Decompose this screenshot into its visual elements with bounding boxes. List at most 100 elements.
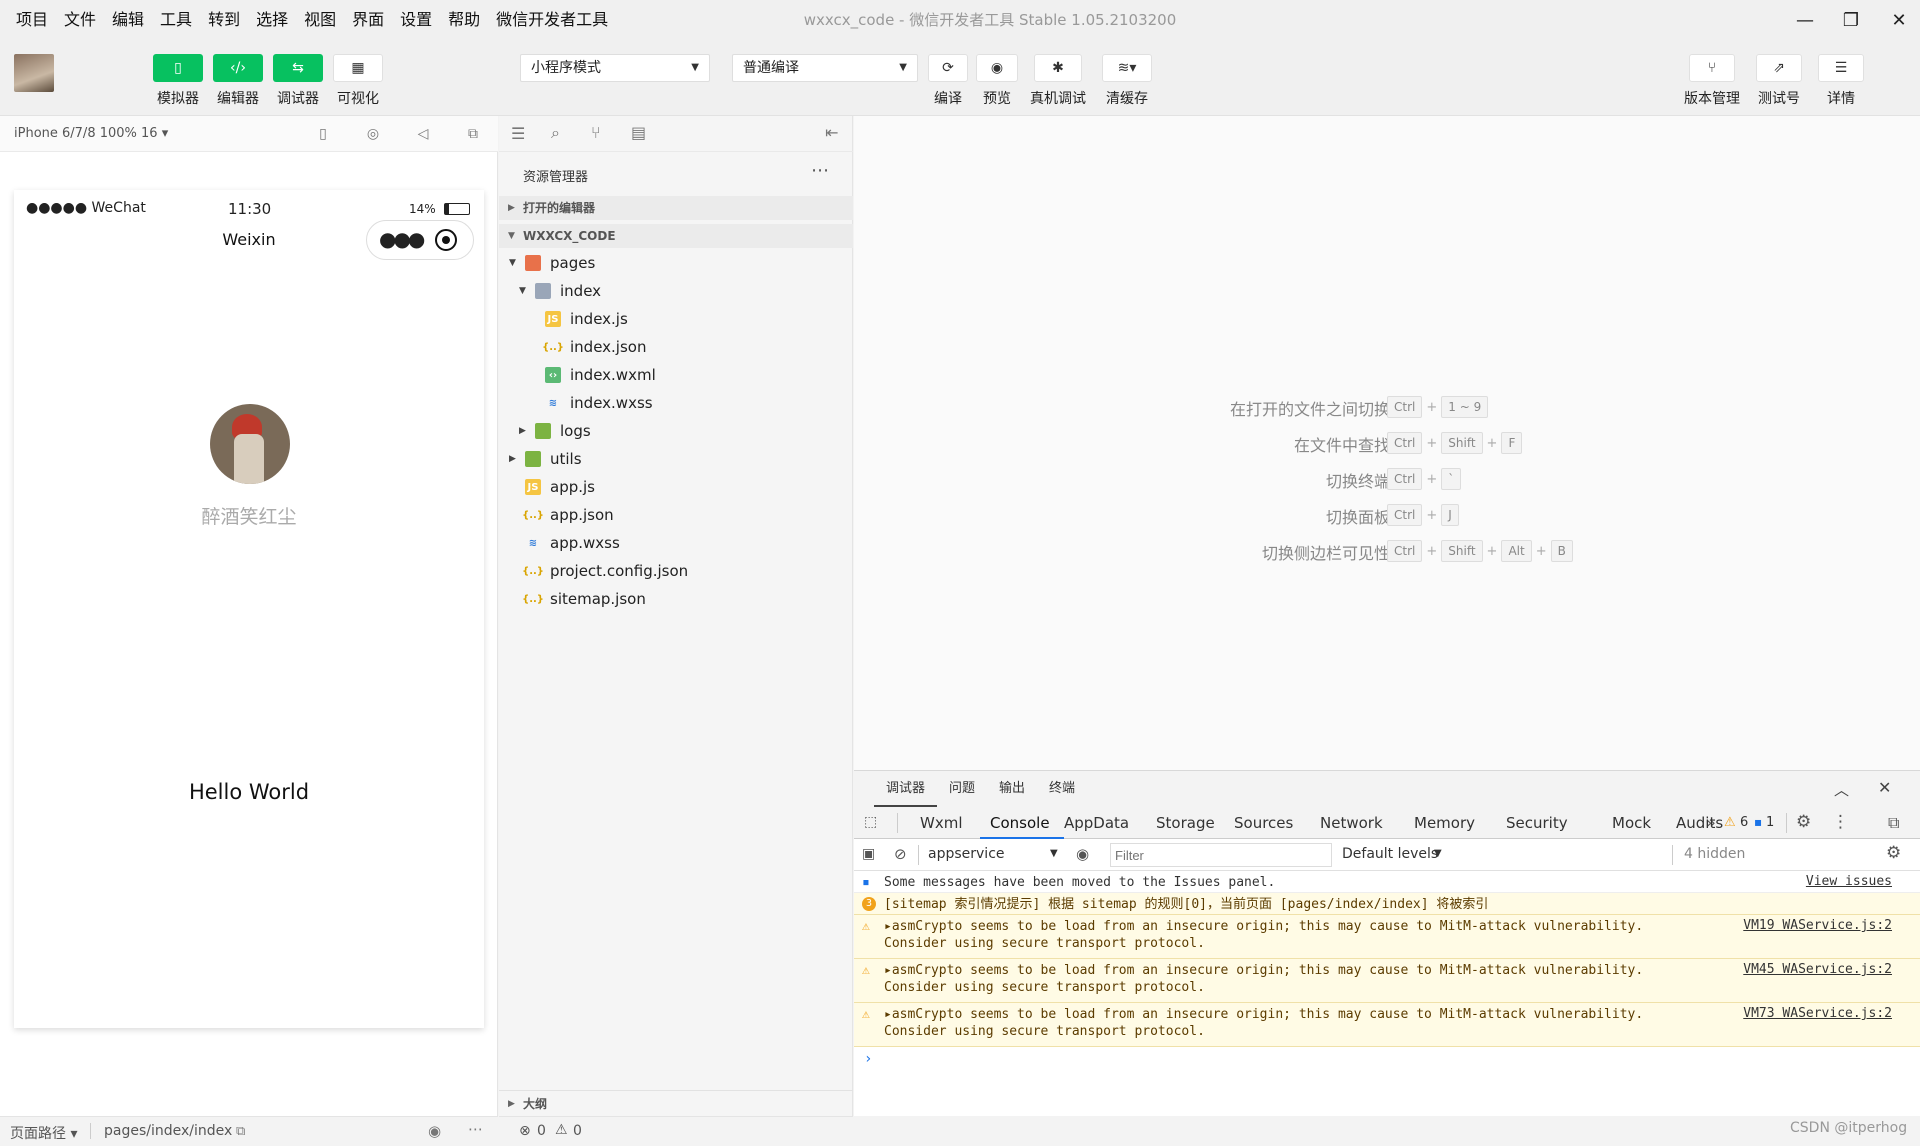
maximize-button[interactable]: ❐ bbox=[1826, 0, 1876, 40]
eye-icon[interactable]: ◉ bbox=[1076, 845, 1089, 863]
extensions-icon[interactable]: ▤ bbox=[631, 123, 646, 142]
clear-cache-button[interactable]: ≋▾ 清缓存 bbox=[1102, 54, 1152, 108]
warning-count[interactable]: 0 bbox=[573, 1123, 582, 1139]
open-editors-header[interactable]: ▶ 打开的编辑器 bbox=[499, 196, 853, 220]
menu-item[interactable]: 选择 bbox=[248, 0, 296, 40]
filter-input[interactable] bbox=[1110, 843, 1332, 867]
tree-folder[interactable]: ▶ logs bbox=[499, 418, 853, 444]
user-avatar[interactable] bbox=[14, 54, 54, 92]
close-miniprogram-icon[interactable] bbox=[435, 229, 457, 251]
details-button[interactable]: ☰ 详情 bbox=[1818, 54, 1864, 108]
search-icon[interactable]: ⌕ bbox=[551, 123, 560, 143]
console-prompt[interactable]: › bbox=[864, 1051, 872, 1067]
devtools-tab[interactable]: Memory bbox=[1414, 807, 1475, 839]
menu-item[interactable]: 设置 bbox=[392, 0, 440, 40]
page-path-select[interactable]: 页面路径 ▾ bbox=[10, 1123, 77, 1143]
tree-file[interactable]: {..} app.json bbox=[499, 502, 853, 528]
volume-icon[interactable]: ◁ bbox=[413, 124, 433, 144]
tree-file[interactable]: ‹› index.wxml bbox=[499, 362, 853, 388]
capsule-menu[interactable]: ●●● bbox=[366, 220, 474, 260]
visual-toggle[interactable]: ▦ 可视化 bbox=[333, 54, 383, 108]
info-count[interactable]: 1 bbox=[1766, 815, 1774, 830]
chevron-up-icon[interactable]: ︿ bbox=[1834, 779, 1849, 800]
simulator-toggle[interactable]: ▯ 模拟器 bbox=[153, 54, 203, 108]
menu-item[interactable]: 转到 bbox=[200, 0, 248, 40]
mode-select[interactable]: 小程序模式 ▼ bbox=[520, 54, 710, 82]
version-button[interactable]: ⑂ 版本管理 bbox=[1684, 54, 1740, 108]
device-select[interactable]: iPhone 6/7/8 100% 16 ▾ bbox=[0, 126, 168, 141]
rotate-device-icon[interactable]: ▯ bbox=[313, 124, 333, 144]
more-icon[interactable]: ●●● bbox=[379, 227, 425, 251]
compile-button[interactable]: ⟳ 编译 bbox=[928, 54, 968, 108]
source-link[interactable]: View issues bbox=[1806, 874, 1892, 889]
menu-item[interactable]: 微信开发者工具 bbox=[488, 0, 616, 40]
menu-item[interactable]: 帮助 bbox=[440, 0, 488, 40]
gear-icon[interactable]: ⚙ bbox=[1886, 843, 1901, 863]
preview-button[interactable]: ◉ 预览 bbox=[976, 54, 1018, 108]
panel-tab[interactable]: 终端 bbox=[1037, 771, 1087, 807]
tree-file[interactable]: ≋ app.wxss bbox=[499, 530, 853, 556]
files-icon[interactable]: ☰ bbox=[511, 124, 525, 143]
record-icon[interactable]: ◎ bbox=[363, 124, 383, 144]
devtools-tab[interactable]: Sources bbox=[1234, 807, 1293, 839]
close-panel-icon[interactable]: ✕ bbox=[1878, 778, 1891, 797]
devtools-tab[interactable]: Security bbox=[1506, 807, 1568, 839]
panel-tab[interactable]: 输出 bbox=[987, 771, 1037, 807]
devtools-tab[interactable]: AppData bbox=[1064, 807, 1129, 839]
clear-console-icon[interactable]: ⊘ bbox=[894, 845, 907, 863]
devtools-tab[interactable]: Audits bbox=[1676, 807, 1723, 839]
kebab-icon[interactable]: ⋮ bbox=[1832, 812, 1849, 832]
tree-file[interactable]: {..} index.json bbox=[499, 334, 853, 360]
gear-icon[interactable]: ⚙ bbox=[1796, 812, 1811, 832]
compile-select[interactable]: 普通编译 ▼ bbox=[732, 54, 918, 82]
panel-tab[interactable]: 问题 bbox=[937, 771, 987, 807]
error-count[interactable]: 0 bbox=[537, 1123, 546, 1139]
source-link[interactable]: VM19 WAService.js:2 bbox=[1743, 918, 1892, 933]
test-account-button[interactable]: ⇗ 测试号 bbox=[1756, 54, 1802, 108]
source-link[interactable]: VM73 WAService.js:2 bbox=[1743, 1006, 1892, 1021]
editor-toggle[interactable]: ‹/› 编辑器 bbox=[213, 54, 263, 108]
menu-item[interactable]: 视图 bbox=[296, 0, 344, 40]
warning-icon[interactable]: ⚠ bbox=[555, 1122, 568, 1138]
menu-item[interactable]: 文件 bbox=[56, 0, 104, 40]
close-window-button[interactable]: ✕ bbox=[1874, 0, 1920, 40]
sidebar-toggle-icon[interactable]: ▣ bbox=[862, 846, 875, 862]
source-link[interactable]: VM45 WAService.js:2 bbox=[1743, 962, 1892, 977]
menu-item[interactable]: 项目 bbox=[8, 0, 56, 40]
tree-folder[interactable]: ▶ utils bbox=[499, 446, 853, 472]
tree-file[interactable]: JS index.js bbox=[499, 306, 853, 332]
tree-file[interactable]: ≋ index.wxss bbox=[499, 390, 853, 416]
devtools-tab[interactable]: Mock bbox=[1612, 807, 1651, 839]
dock-icon[interactable]: ⧉ bbox=[1888, 813, 1899, 833]
source-control-icon[interactable]: ⑂ bbox=[591, 123, 601, 142]
tree-folder[interactable]: ▼ pages bbox=[499, 250, 853, 276]
copy-icon[interactable]: ⧉ bbox=[236, 1124, 245, 1139]
warning-count[interactable]: 6 bbox=[1740, 815, 1748, 830]
tree-file[interactable]: JS app.js bbox=[499, 474, 853, 500]
menu-item[interactable]: 界面 bbox=[344, 0, 392, 40]
avatar[interactable] bbox=[210, 404, 290, 484]
remote-debug-button[interactable]: ✱ 真机调试 bbox=[1030, 54, 1086, 108]
levels-select[interactable]: Default levels bbox=[1342, 846, 1438, 862]
context-select[interactable]: appservice bbox=[928, 846, 1068, 862]
menu-item[interactable]: 编辑 bbox=[104, 0, 152, 40]
popout-icon[interactable]: ⧉ bbox=[463, 124, 483, 144]
devtools-tab[interactable]: Wxml bbox=[920, 807, 963, 839]
debugger-toggle[interactable]: ⇆ 调试器 bbox=[273, 54, 323, 108]
tree-file[interactable]: {..} sitemap.json bbox=[499, 586, 853, 612]
tree-folder[interactable]: ▼ index bbox=[499, 278, 853, 304]
menu-item[interactable]: 工具 bbox=[152, 0, 200, 40]
collapse-sidebar-icon[interactable]: ⇤ bbox=[825, 123, 838, 142]
panel-tab[interactable]: 调试器 bbox=[874, 771, 938, 807]
minimize-button[interactable]: — bbox=[1780, 0, 1830, 40]
devtools-tab[interactable]: Storage bbox=[1156, 807, 1215, 839]
more-icon[interactable]: ⋯ bbox=[468, 1120, 483, 1138]
eye-icon[interactable]: ◉ bbox=[428, 1122, 441, 1140]
devtools-tab[interactable]: Network bbox=[1320, 807, 1383, 839]
outline-header[interactable]: ▶ 大纲 bbox=[499, 1090, 853, 1116]
devtools-tab[interactable]: Console bbox=[980, 807, 1064, 839]
more-icon[interactable]: ⋯ bbox=[811, 160, 829, 181]
inspect-icon[interactable]: ⬚ bbox=[864, 814, 877, 830]
error-icon[interactable]: ⊗ bbox=[519, 1123, 531, 1139]
project-header[interactable]: ▼ WXXCX_CODE bbox=[499, 224, 853, 248]
